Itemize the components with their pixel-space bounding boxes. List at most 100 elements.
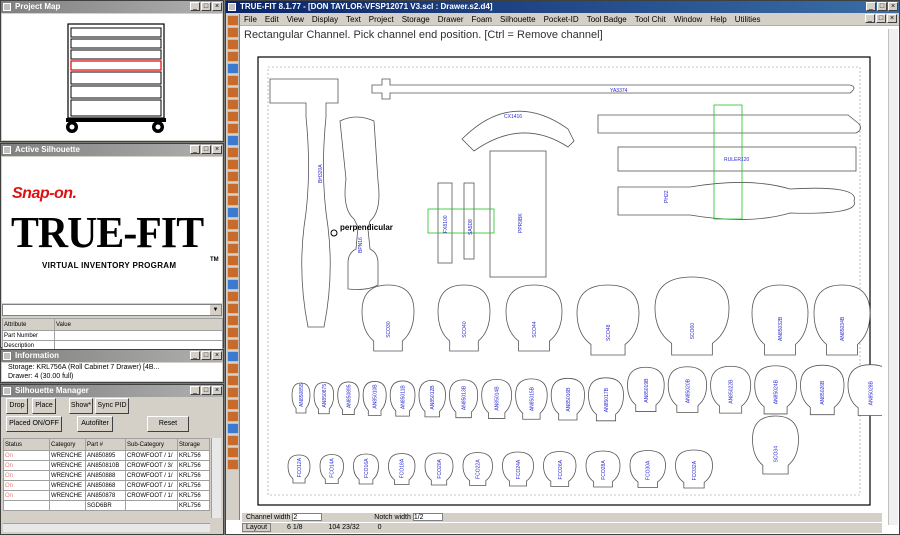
attribute-value[interactable] — [54, 330, 223, 341]
status-cell[interactable] — [3, 500, 50, 511]
tool-palette-icon[interactable] — [227, 207, 239, 218]
show-button[interactable]: Show* — [69, 398, 93, 414]
status-cell[interactable]: On — [3, 490, 50, 501]
menu-file[interactable]: File — [244, 15, 257, 24]
close-button[interactable]: × — [212, 351, 222, 360]
silhouette-manager-titlebar[interactable]: Silhouette Manager _ □ × — [1, 385, 223, 397]
menu-window[interactable]: Window — [674, 15, 702, 24]
tool-palette-icon[interactable] — [227, 219, 239, 230]
maximize-button[interactable]: □ — [201, 145, 211, 154]
close-button[interactable]: × — [887, 14, 897, 23]
restore-button[interactable]: □ — [876, 14, 886, 23]
horizontal-scrollbar[interactable] — [3, 523, 210, 532]
value-header[interactable]: Value — [54, 318, 223, 331]
tool-palette-icon[interactable] — [227, 183, 239, 194]
part-column-header[interactable]: Part # — [85, 438, 126, 451]
active-silhouette-titlebar[interactable]: Active Silhouette _ □ × — [1, 144, 223, 156]
minimize-button[interactable]: _ — [190, 145, 200, 154]
minimize-button[interactable]: _ — [190, 351, 200, 360]
layout-tab[interactable]: Layout — [242, 523, 272, 532]
tool-palette-icon[interactable] — [227, 63, 239, 74]
status-cell[interactable]: On — [3, 450, 50, 461]
tool-palette-icon[interactable] — [227, 279, 239, 290]
menu-display[interactable]: Display — [312, 15, 338, 24]
tool-palette-icon[interactable] — [227, 459, 239, 470]
menu-text[interactable]: Text — [346, 15, 361, 24]
minimize-button[interactable]: _ — [866, 2, 876, 11]
menu-foam[interactable]: Foam — [472, 15, 492, 24]
tool-palette-icon[interactable] — [227, 327, 239, 338]
tool-palette-icon[interactable] — [227, 363, 239, 374]
table-row[interactable]: On WRENCHE AN850868 CROWFOOT / 1/KRL756 — [3, 480, 210, 491]
table-row[interactable]: On WRENCHE AN850878 CROWFOOT / 1/KRL756 — [3, 490, 210, 501]
tool-palette-icon[interactable] — [227, 435, 239, 446]
roll-cabinet-drawing[interactable] — [2, 14, 224, 142]
silhouette-selector[interactable]: ▼ — [2, 304, 222, 316]
tool-palette-icon[interactable] — [227, 15, 239, 26]
menu-view[interactable]: View — [287, 15, 304, 24]
status-cell[interactable]: On — [3, 480, 50, 491]
reset-button[interactable]: Reset — [147, 416, 189, 432]
tool-palette-icon[interactable] — [227, 291, 239, 302]
project-map-titlebar[interactable]: Project Map _ □ × — [1, 1, 223, 13]
sync-pid-button[interactable]: Sync PID — [95, 398, 129, 414]
menu-utilities[interactable]: Utilities — [735, 15, 761, 24]
tool-palette-icon[interactable] — [227, 75, 239, 86]
project-map-canvas[interactable] — [2, 14, 222, 140]
tool-palette-icon[interactable] — [227, 87, 239, 98]
close-button[interactable]: × — [212, 2, 222, 11]
maximize-button[interactable]: □ — [201, 386, 211, 395]
channel-width-field[interactable]: 2 — [292, 513, 323, 521]
subcategory-column-header[interactable]: Sub-Category — [125, 438, 178, 451]
status-column-header[interactable]: Status — [3, 438, 50, 451]
tool-palette-icon[interactable] — [227, 39, 239, 50]
information-titlebar[interactable]: Information _ □ × — [1, 350, 223, 362]
drawer-canvas[interactable]: YA3374 BH320A BPN16 CX1416 PPR9BK FX8100… — [242, 43, 882, 518]
tool-palette-icon[interactable] — [227, 375, 239, 386]
close-button[interactable]: × — [212, 386, 222, 395]
dropdown-arrow-icon[interactable]: ▼ — [210, 305, 221, 315]
tool-palette-icon[interactable] — [227, 111, 239, 122]
tool-palette-icon[interactable] — [227, 123, 239, 134]
tool-palette-icon[interactable] — [227, 267, 239, 278]
tool-palette-icon[interactable] — [227, 27, 239, 38]
tool-palette-icon[interactable] — [227, 159, 239, 170]
menu-tool-chit[interactable]: Tool Chit — [635, 15, 666, 24]
drop-button[interactable]: Drop — [6, 398, 28, 414]
table-row[interactable]: On WRENCHE AN850810B CROWFOOT / 3/KRL756 — [3, 460, 210, 471]
menu-pocket-id[interactable]: Pocket-ID — [544, 15, 579, 24]
storage-column-header[interactable]: Storage — [177, 438, 210, 451]
menu-silhouette[interactable]: Silhouette — [500, 15, 536, 24]
maximize-button[interactable]: □ — [877, 2, 887, 11]
notch-width-field[interactable]: 1/2 — [412, 513, 443, 521]
tool-palette-icon[interactable] — [227, 399, 239, 410]
tool-palette-icon[interactable] — [227, 147, 239, 158]
tool-palette-icon[interactable] — [227, 231, 239, 242]
menu-edit[interactable]: Edit — [265, 15, 279, 24]
status-cell[interactable]: On — [3, 470, 50, 481]
close-button[interactable]: × — [888, 2, 898, 11]
category-column-header[interactable]: Category — [49, 438, 86, 451]
menu-storage[interactable]: Storage — [402, 15, 430, 24]
maximize-button[interactable]: □ — [201, 2, 211, 11]
minimize-button[interactable]: _ — [190, 2, 200, 11]
maximize-button[interactable]: □ — [201, 351, 211, 360]
tool-palette-icon[interactable] — [227, 171, 239, 182]
menu-tool-badge[interactable]: Tool Badge — [587, 15, 627, 24]
menu-help[interactable]: Help — [710, 15, 726, 24]
minimize-button[interactable]: _ — [865, 14, 875, 23]
attribute-header[interactable]: Attribute — [2, 318, 55, 331]
table-row[interactable]: On WRENCHE AN850888 CROWFOOT / 1/KRL756 — [3, 470, 210, 481]
menu-project[interactable]: Project — [369, 15, 394, 24]
tool-palette-icon[interactable] — [227, 51, 239, 62]
tool-palette-icon[interactable] — [227, 447, 239, 458]
place-button[interactable]: Place — [32, 398, 56, 414]
canvas-vertical-scrollbar[interactable] — [888, 29, 898, 525]
tool-palette-icon[interactable] — [227, 351, 239, 362]
tool-palette-icon[interactable] — [227, 243, 239, 254]
tool-palette-icon[interactable] — [227, 315, 239, 326]
status-cell[interactable]: On — [3, 460, 50, 471]
tool-palette-icon[interactable] — [227, 423, 239, 434]
tool-palette-icon[interactable] — [227, 135, 239, 146]
autofilter-button[interactable]: Autofilter — [77, 416, 113, 432]
